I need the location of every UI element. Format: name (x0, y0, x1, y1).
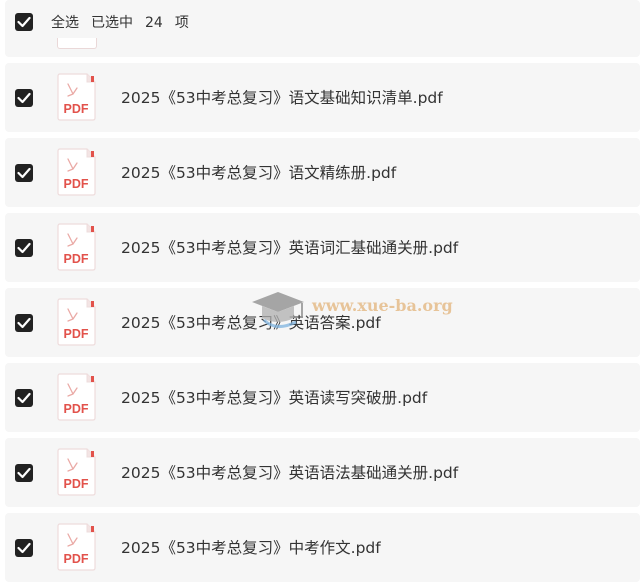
file-checkbox[interactable] (15, 389, 33, 407)
pdf-type-label: PDF (64, 552, 89, 566)
file-name[interactable]: 2025《53中考总复习》中考作文.pdf (121, 537, 381, 559)
pdf-file-icon: PDF (57, 298, 96, 346)
file-row[interactable]: PDF 2025《53中考总复习》英语语法基础通关册.pdf (5, 438, 640, 507)
check-icon (17, 317, 31, 329)
file-name[interactable]: 2025《53中考总复习》英语读写突破册.pdf (121, 387, 427, 409)
pdf-file-icon: PDF (57, 148, 96, 196)
file-checkbox[interactable] (15, 239, 33, 257)
selected-label: 已选中 (91, 15, 133, 31)
pdf-type-label: PDF (64, 252, 89, 266)
check-icon (17, 16, 31, 28)
check-icon (17, 242, 31, 254)
pdf-type-label: PDF (64, 177, 89, 191)
pdf-file-icon: PDF (57, 223, 96, 271)
select-all-checkbox[interactable] (15, 13, 33, 31)
check-icon (17, 467, 31, 479)
file-name[interactable]: 2025《53中考总复习》英语词汇基础通关册.pdf (121, 237, 458, 259)
file-row[interactable]: PDF 2025《53中考总复习》英语读写突破册.pdf (5, 363, 640, 432)
check-icon (17, 392, 31, 404)
file-name[interactable]: 2025《53中考总复习》英语语法基础通关册.pdf (121, 462, 458, 484)
pdf-file-icon: PDF (57, 523, 96, 571)
file-checkbox[interactable] (15, 89, 33, 107)
select-all-bar: 全选 已选中 24 项 (5, 0, 640, 57)
file-name[interactable]: 2025《53中考总复习》英语答案.pdf (121, 312, 381, 334)
pdf-file-icon: PDF (57, 373, 96, 421)
unit-label: 项 (174, 15, 189, 31)
file-checkbox[interactable] (15, 539, 33, 557)
file-row[interactable]: PDF 2025《53中考总复习》语文精练册.pdf (5, 138, 640, 207)
pdf-file-icon: PDF (57, 448, 96, 496)
file-row[interactable]: PDF 2025《53中考总复习》英语词汇基础通关册.pdf (5, 213, 640, 282)
selection-summary: 全选 已选中 24 项 (51, 13, 201, 33)
check-icon (17, 542, 31, 554)
file-name[interactable]: 2025《53中考总复习》语文精练册.pdf (121, 162, 396, 184)
file-checkbox[interactable] (15, 464, 33, 482)
selected-count: 24 (145, 15, 163, 31)
pdf-type-label: PDF (64, 402, 89, 416)
check-icon (17, 167, 31, 179)
pdf-type-label: PDF (64, 477, 89, 491)
pdf-type-label: PDF (64, 327, 89, 341)
file-row[interactable]: PDF 2025《53中考总复习》中考作文.pdf (5, 513, 640, 582)
file-row[interactable]: PDF 2025《53中考总复习》语文基础知识清单.pdf (5, 63, 640, 132)
select-all-label[interactable]: 全选 (51, 15, 79, 31)
file-checkbox[interactable] (15, 164, 33, 182)
pdf-file-icon: PDF (57, 73, 96, 121)
pdf-type-label: PDF (64, 102, 89, 116)
check-icon (17, 92, 31, 104)
file-checkbox[interactable] (15, 314, 33, 332)
file-row[interactable]: PDF 2025《53中考总复习》英语答案.pdf (5, 288, 640, 357)
pdf-icon-partial (57, 38, 97, 49)
file-name[interactable]: 2025《53中考总复习》语文基础知识清单.pdf (121, 87, 443, 109)
